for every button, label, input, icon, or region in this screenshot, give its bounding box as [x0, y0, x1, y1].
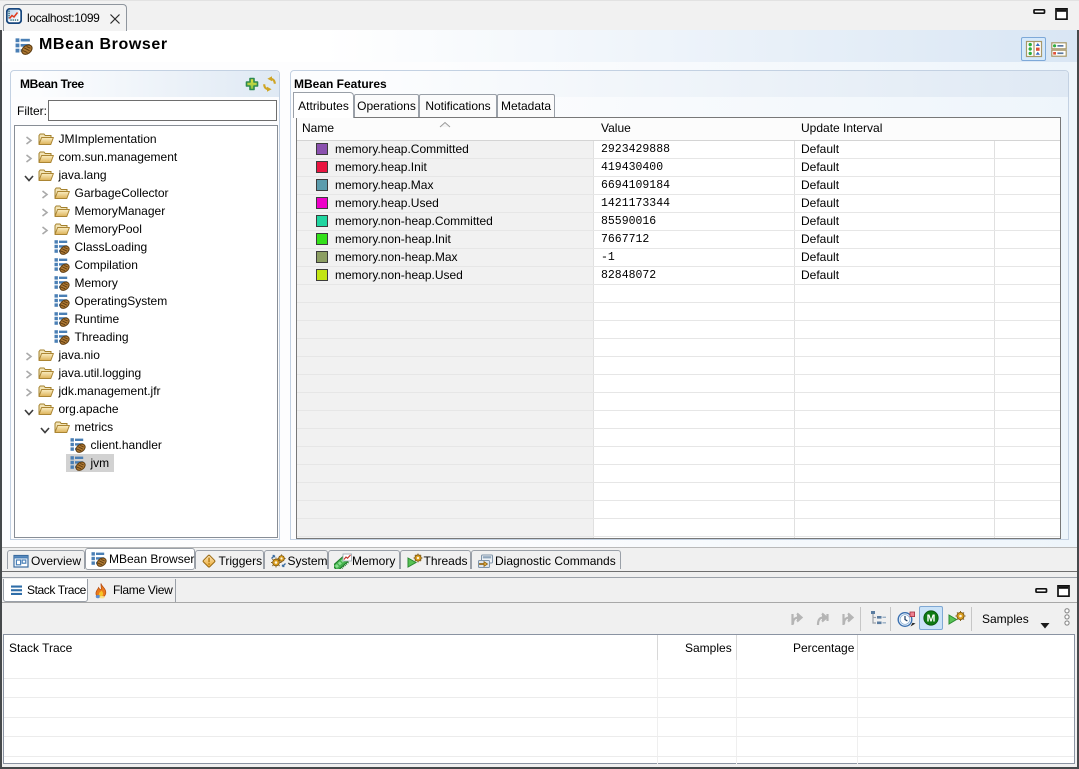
svg-text:M: M — [927, 613, 936, 625]
